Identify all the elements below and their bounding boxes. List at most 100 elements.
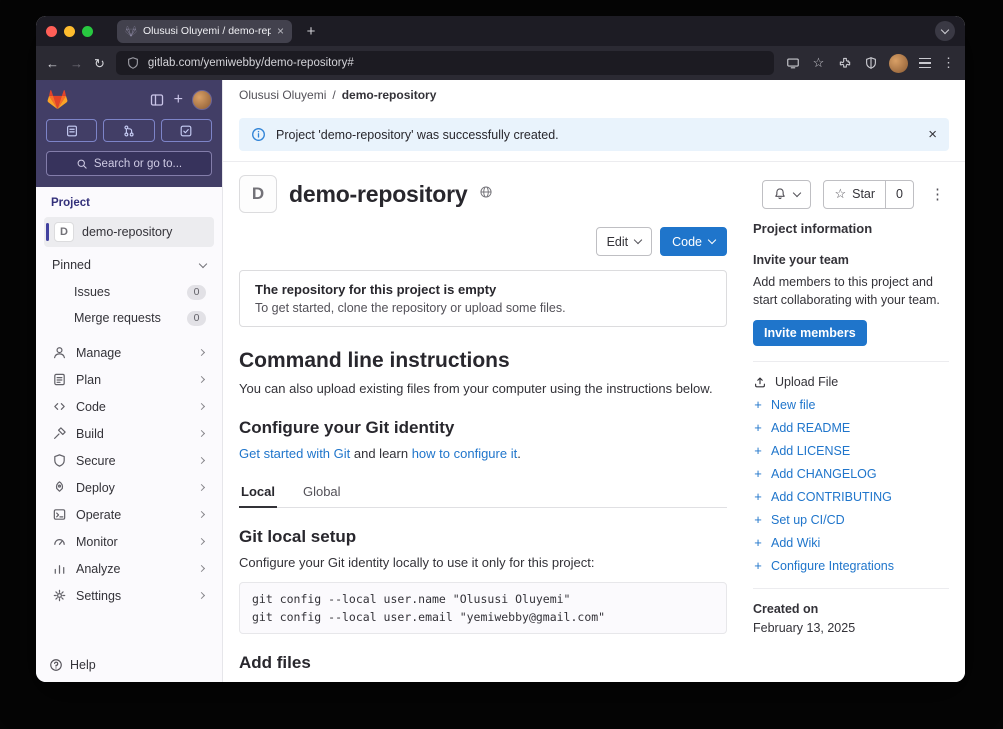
action-buttons-row: Edit Code — [239, 227, 727, 256]
sidebar-item-code[interactable]: Code — [44, 393, 214, 420]
plan-icon — [54, 373, 65, 386]
sidebar-item-deploy[interactable]: Deploy — [44, 474, 214, 501]
new-file-link[interactable]: + New file — [753, 397, 949, 412]
sidebar-collapse-icon[interactable] — [149, 92, 165, 108]
divider — [753, 588, 949, 590]
chevron-down-icon — [793, 188, 802, 197]
minimize-window-button[interactable] — [64, 25, 75, 37]
create-new-plus-icon[interactable]: + — [174, 91, 183, 107]
sidebar-item-settings[interactable]: Settings — [44, 582, 214, 609]
tracking-shield-icon[interactable] — [863, 56, 878, 71]
user-avatar[interactable] — [192, 89, 212, 110]
breadcrumb: Olususi Oluyemi / demo-repository — [223, 80, 965, 110]
gitlab-logo-icon[interactable] — [46, 89, 69, 110]
send-to-device-icon[interactable] — [785, 56, 800, 71]
shortcut-merge-requests-button[interactable] — [103, 119, 155, 142]
forward-button[interactable]: → — [70, 57, 83, 70]
tab-global[interactable]: Global — [301, 476, 343, 508]
project-information-panel: Project information Invite your team Add… — [753, 217, 949, 635]
close-window-button[interactable] — [46, 25, 57, 37]
get-started-git-link[interactable]: Get started with Git — [239, 446, 350, 461]
identity-heading: Configure your Git identity — [239, 417, 455, 437]
invite-heading: Invite your team — [753, 253, 849, 267]
page-content: Project 'demo-repository' was successful… — [223, 110, 965, 682]
scope-tabs: Local Global — [239, 476, 727, 508]
main-panel: Olususi Oluyemi / demo-repository Projec… — [223, 80, 965, 682]
chevron-right-icon — [197, 402, 206, 411]
shortcut-todos-button[interactable] — [160, 119, 212, 142]
sidebar-item-project[interactable]: D demo-repository — [44, 217, 214, 247]
code-dropdown-button[interactable]: Code — [660, 227, 727, 256]
git-identity-codeblock: git config --local user.name "Olususi Ol… — [239, 581, 727, 635]
local-setup-heading: Git local setup — [239, 526, 357, 546]
chevron-right-icon — [197, 537, 206, 546]
add-changelog-link[interactable]: + Add CHANGELOG — [753, 466, 949, 481]
more-actions-button[interactable]: ⋮ — [926, 185, 949, 203]
sidebar-item-merge-requests[interactable]: Merge requests 0 — [44, 305, 214, 331]
project-header: D demo-repository ☆ Star 0 ⋮ — [239, 162, 949, 217]
created-on-date: February 13, 2025 — [753, 621, 856, 636]
merge-requests-label: Merge requests — [74, 311, 161, 325]
browser-window: Olususi Oluyemi / demo-repo... × + ← → ↻… — [36, 16, 965, 682]
breadcrumb-project[interactable]: demo-repository — [342, 88, 437, 102]
browser-tab[interactable]: Olususi Oluyemi / demo-repo... × — [117, 19, 292, 43]
chevron-down-icon — [198, 259, 208, 268]
alert-close-button[interactable]: × — [928, 127, 937, 142]
add-license-link[interactable]: + Add LICENSE — [753, 443, 949, 458]
empty-repo-title: The repository for this project is empty — [255, 282, 497, 297]
notification-bell-button[interactable] — [762, 179, 812, 209]
site-info-shield-icon[interactable] — [126, 56, 141, 71]
sidebar-search[interactable]: Search or go to... — [46, 151, 212, 176]
pinned-section-toggle[interactable]: Pinned — [44, 251, 214, 279]
hamburger-menu-icon[interactable] — [919, 57, 931, 69]
project-avatar: D — [239, 175, 277, 213]
sidebar-item-plan[interactable]: Plan — [44, 366, 214, 393]
sidebar-item-build[interactable]: Build — [44, 420, 214, 447]
tab-local[interactable]: Local — [239, 476, 277, 508]
help-button[interactable]: Help — [36, 648, 222, 682]
reload-button[interactable]: ↻ — [94, 57, 105, 70]
build-icon — [54, 427, 66, 439]
browser-profile-avatar[interactable] — [889, 53, 908, 73]
chevron-right-icon — [197, 564, 206, 573]
configure-integrations-link[interactable]: + Configure Integrations — [753, 558, 949, 573]
upload-file-link[interactable]: Upload File — [753, 375, 949, 389]
setup-cicd-link[interactable]: + Set up CI/CD — [753, 512, 949, 527]
sidebar-item-operate[interactable]: Operate — [44, 501, 214, 528]
chevron-down-icon — [940, 25, 950, 34]
add-wiki-link[interactable]: + Add Wiki — [753, 535, 949, 550]
chevron-right-icon — [197, 591, 206, 600]
star-button[interactable]: ☆ Star — [824, 181, 885, 208]
tab-list-button[interactable] — [935, 21, 955, 41]
sidebar-item-manage[interactable]: Manage — [44, 339, 214, 366]
star-icon: ☆ — [834, 186, 847, 201]
extensions-puzzle-icon[interactable] — [837, 56, 852, 71]
empty-repo-notice: The repository for this project is empty… — [239, 270, 727, 327]
browser-overflow-menu-icon[interactable]: ⋮ — [942, 55, 955, 71]
manage-icon — [54, 347, 65, 359]
breadcrumb-owner-link[interactable]: Olususi Oluyemi — [239, 88, 326, 102]
sidebar-item-analyze[interactable]: Analyze — [44, 555, 214, 582]
new-tab-button[interactable]: + — [300, 23, 322, 40]
shortcut-issues-button[interactable] — [46, 119, 98, 142]
zoom-window-button[interactable] — [82, 25, 93, 37]
back-button[interactable]: ← — [46, 57, 59, 70]
cli-intro: You can also upload existing files from … — [239, 381, 713, 396]
sidebar-item-monitor[interactable]: Monitor — [44, 528, 214, 555]
chevron-right-icon — [197, 510, 206, 519]
url-bar[interactable]: gitlab.com/yemiwebby/demo-repository# — [115, 51, 774, 75]
info-icon — [252, 128, 265, 141]
edit-dropdown-button[interactable]: Edit — [595, 227, 653, 256]
how-to-configure-link[interactable]: how to configure it — [412, 446, 518, 461]
chevron-down-icon — [707, 235, 717, 245]
tab-close-button[interactable]: × — [277, 25, 284, 37]
add-readme-link[interactable]: + Add README — [753, 420, 949, 435]
browser-titlebar: Olususi Oluyemi / demo-repo... × + — [36, 16, 965, 46]
invite-members-button[interactable]: Invite members — [753, 320, 867, 347]
add-contributing-link[interactable]: + Add CONTRIBUTING — [753, 489, 949, 504]
sidebar-item-issues[interactable]: Issues 0 — [44, 279, 214, 305]
bookmark-star-icon[interactable]: ☆ — [811, 55, 826, 71]
star-count[interactable]: 0 — [885, 180, 913, 208]
gitlab-app: + Search or go to... Project D demo-repo… — [36, 80, 965, 682]
sidebar-item-secure[interactable]: Secure — [44, 447, 214, 474]
